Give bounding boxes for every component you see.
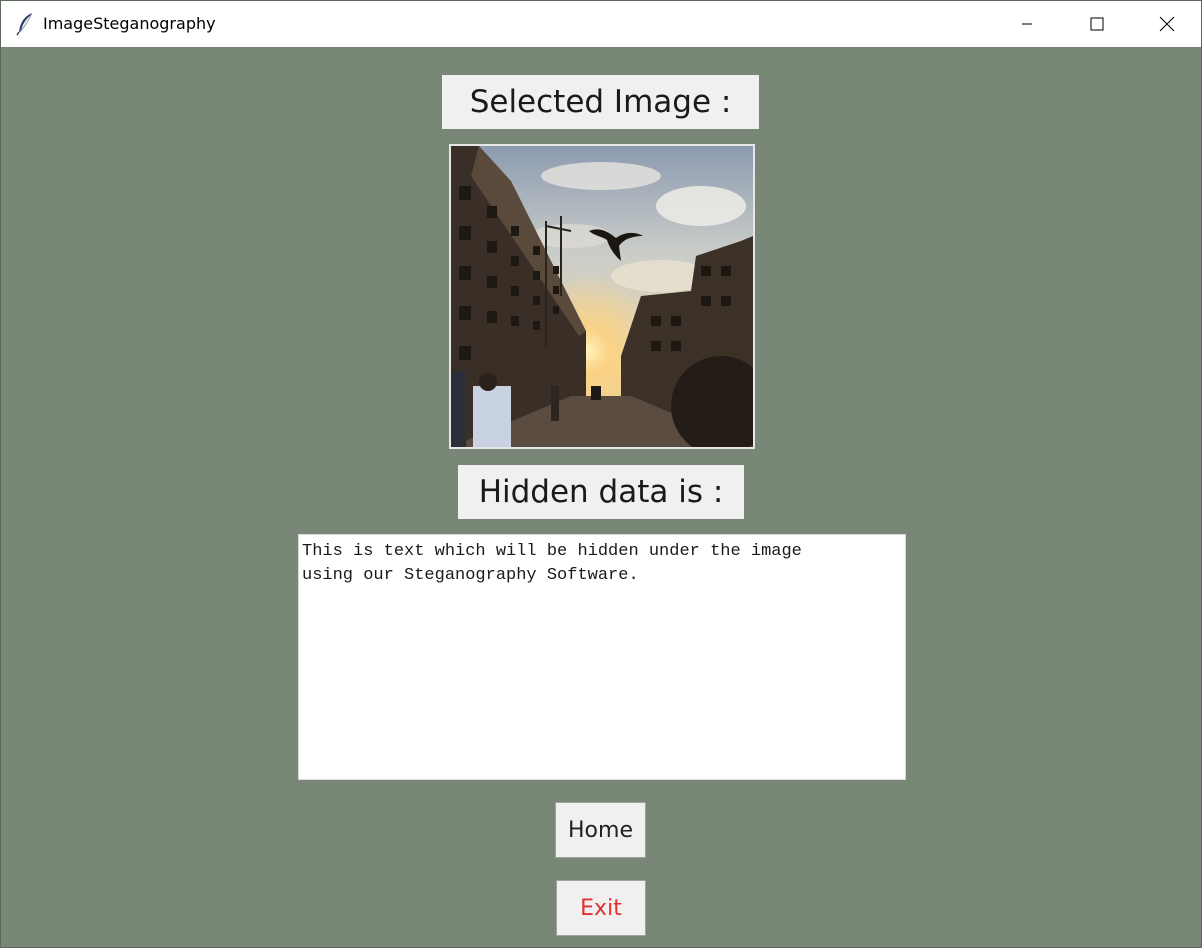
maximize-icon — [1090, 17, 1104, 31]
close-button[interactable] — [1132, 1, 1201, 47]
title-bar[interactable]: ImageSteganography — [1, 1, 1201, 47]
window-title: ImageSteganography — [43, 14, 216, 33]
hidden-data-textbox[interactable]: This is text which will be hidden under … — [298, 534, 906, 780]
hidden-data-label: Hidden data is : — [458, 465, 744, 519]
selected-image — [449, 144, 755, 449]
app-window: ImageSteganography Selected Image : Hidd… — [0, 0, 1202, 948]
selected-image-label: Selected Image : — [442, 75, 759, 129]
feather-icon — [15, 12, 37, 36]
maximize-button[interactable] — [1062, 1, 1131, 47]
minimize-button[interactable] — [992, 1, 1061, 47]
minimize-icon — [1021, 18, 1033, 30]
exit-button[interactable]: Exit — [556, 880, 646, 936]
close-icon — [1159, 16, 1175, 32]
home-button[interactable]: Home — [555, 802, 646, 858]
